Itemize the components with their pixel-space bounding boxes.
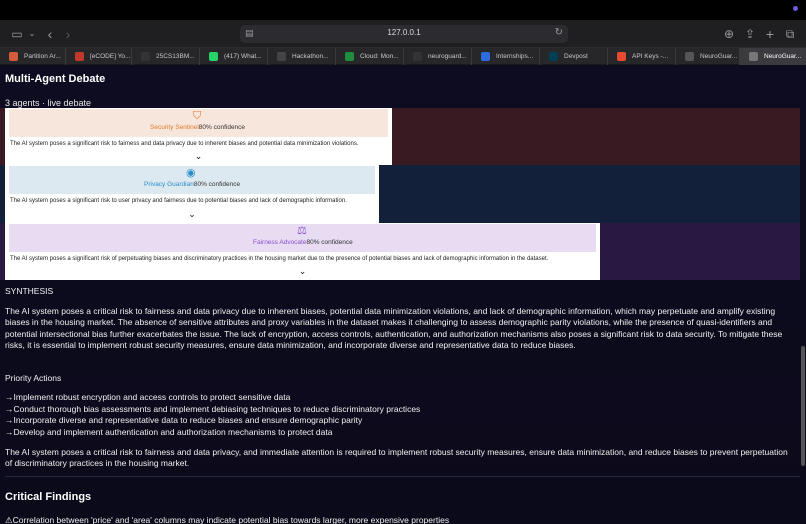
priority-action-item: →Develop and implement authentication an… (5, 426, 333, 437)
tab-favicon (685, 52, 694, 61)
tab-favicon (75, 52, 84, 61)
tab-label: (417) What... (224, 53, 262, 60)
tab-label: Internships... (496, 53, 534, 60)
agent-name: Security Sentinel (150, 124, 199, 131)
agent-title: Fairness Advocate80% confidence (253, 239, 353, 246)
agent-statement: The AI system poses a significant risk o… (10, 256, 549, 262)
agent-card-privacy[interactable]: ◉ Privacy Guardian80% confidence The AI … (5, 165, 379, 223)
section-divider (5, 476, 800, 477)
tab-favicon (9, 52, 18, 61)
tab-label: Hackathon... (292, 53, 329, 60)
tab-6[interactable]: neuroguard... (404, 48, 472, 65)
debate-meta: 3 agents · live debate (5, 98, 92, 108)
agent-card-security[interactable]: ⛉ Security Sentinel80% confidence The AI… (5, 108, 392, 165)
chevron-down-icon[interactable]: ⌄ (27, 26, 37, 42)
priority-actions-label: Priority Actions (5, 373, 62, 383)
tab-label: API Keys -... (632, 53, 669, 60)
agent-card-fairness[interactable]: ⚖ Fairness Advocate80% confidence The AI… (5, 223, 600, 280)
synthesis-conclusion: The AI system poses a critical risk to f… (5, 447, 788, 469)
tab-favicon (141, 52, 150, 61)
reload-icon[interactable]: ↻ (555, 27, 563, 38)
tab-11-active[interactable]: NeuroGuar... (740, 48, 806, 65)
debate-title: Multi-Agent Debate (5, 73, 106, 85)
agent-confidence: 80% confidence (193, 181, 241, 188)
tab-label: Partition Ar... (24, 53, 61, 60)
tab-bar: Partition Ar... [eCODE] Yo... 25CS13BM..… (0, 48, 806, 65)
tab-0[interactable]: Partition Ar... (0, 48, 66, 65)
agent-name: Fairness Advocate (253, 239, 307, 246)
synthesis-text: The AI system poses a critical risk to f… (5, 306, 783, 350)
chevron-down-icon[interactable]: ⌄ (5, 209, 379, 220)
agent-title: Security Sentinel80% confidence (150, 124, 245, 131)
tab-4[interactable]: Hackathon... (268, 48, 336, 65)
tab-9[interactable]: API Keys -... (608, 48, 676, 65)
priority-action-item: →Conduct thorough bias assessments and i… (5, 403, 421, 414)
agent-statement: The AI system poses a significant risk t… (10, 198, 347, 204)
tab-label: [eCODE] Yo... (90, 53, 131, 60)
download-icon[interactable]: ⊕ (722, 26, 736, 42)
tab-7[interactable]: Internships... (472, 48, 540, 65)
synthesis-label: SYNTHESIS (5, 286, 54, 296)
forward-icon[interactable]: › (62, 26, 74, 42)
tab-2[interactable]: 25CS13BM... (132, 48, 200, 65)
priority-action-item: →Incorporate diverse and representative … (5, 415, 363, 426)
tab-label: Cloud: Mon... (360, 53, 399, 60)
agent-card-header: ⛉ Security Sentinel80% confidence (9, 109, 388, 137)
agent-card-header: ◉ Privacy Guardian80% confidence (9, 166, 375, 194)
tab-label: 25CS13BM... (156, 53, 195, 60)
tab-label: neuroguard... (428, 53, 467, 60)
critical-finding-item: ⚠Correlation between 'price' and 'area' … (5, 515, 449, 524)
agent-confidence: 80% confidence (198, 124, 246, 131)
agent-name: Privacy Guardian (144, 181, 194, 188)
tab-5[interactable]: Cloud: Mon... (336, 48, 404, 65)
tab-3[interactable]: (417) What... (200, 48, 268, 65)
agent-title: Privacy Guardian80% confidence (144, 181, 240, 188)
tab-favicon (617, 52, 626, 61)
tab-10[interactable]: NeuroGuar... (676, 48, 740, 65)
address-bar[interactable]: ▤ 127.0.0.1 ↻ (240, 25, 568, 43)
agent-statement: The AI system poses a significant risk t… (10, 141, 359, 147)
priority-actions-list: →Implement robust encryption and access … (5, 392, 795, 438)
shield-icon: ⛉ (193, 110, 202, 122)
priority-action-item: →Implement robust encryption and access … (5, 392, 291, 402)
url-text: 127.0.0.1 (387, 28, 421, 37)
browser-toolbar: ▭ ⌄ ‹ › ▤ 127.0.0.1 ↻ ⊕ ⇪ + ⧉ (0, 20, 806, 48)
tab-favicon (481, 52, 490, 61)
new-tab-icon[interactable]: + (763, 26, 777, 42)
scales-icon: ⚖ (297, 225, 307, 237)
critical-findings-title: Critical Findings (5, 491, 92, 503)
back-icon[interactable]: ‹ (44, 26, 56, 42)
status-dot (793, 6, 798, 11)
agent-card-header: ⚖ Fairness Advocate80% confidence (9, 224, 596, 252)
tab-label: NeuroGuar... (700, 53, 738, 60)
share-icon[interactable]: ⇪ (743, 26, 757, 42)
tab-favicon (413, 52, 422, 61)
chevron-down-icon[interactable]: ⌄ (5, 151, 392, 162)
tab-1[interactable]: [eCODE] Yo... (66, 48, 132, 65)
critical-finding-text: Correlation between 'price' and 'area' c… (12, 515, 450, 524)
agent-confidence: 80% confidence (306, 239, 353, 246)
tab-label: NeuroGuar... (764, 53, 802, 60)
menu-bar (0, 0, 806, 20)
sidebar-toggle-icon[interactable]: ▭ (10, 26, 24, 42)
tab-favicon (209, 52, 218, 61)
tab-label: Devpost (564, 53, 588, 60)
tab-8[interactable]: Devpost (540, 48, 608, 65)
warning-icon: ⚠ (5, 515, 13, 524)
eye-icon: ◉ (186, 167, 196, 179)
tab-favicon (749, 52, 758, 61)
tab-overview-icon[interactable]: ⧉ (783, 26, 797, 42)
page-content: Multi-Agent Debate 3 agents · live debat… (0, 66, 806, 524)
tab-favicon (277, 52, 286, 61)
scrollbar-thumb[interactable] (801, 346, 805, 466)
chevron-down-icon[interactable]: ⌄ (5, 266, 600, 277)
tab-favicon (549, 52, 558, 61)
tab-favicon (345, 52, 354, 61)
